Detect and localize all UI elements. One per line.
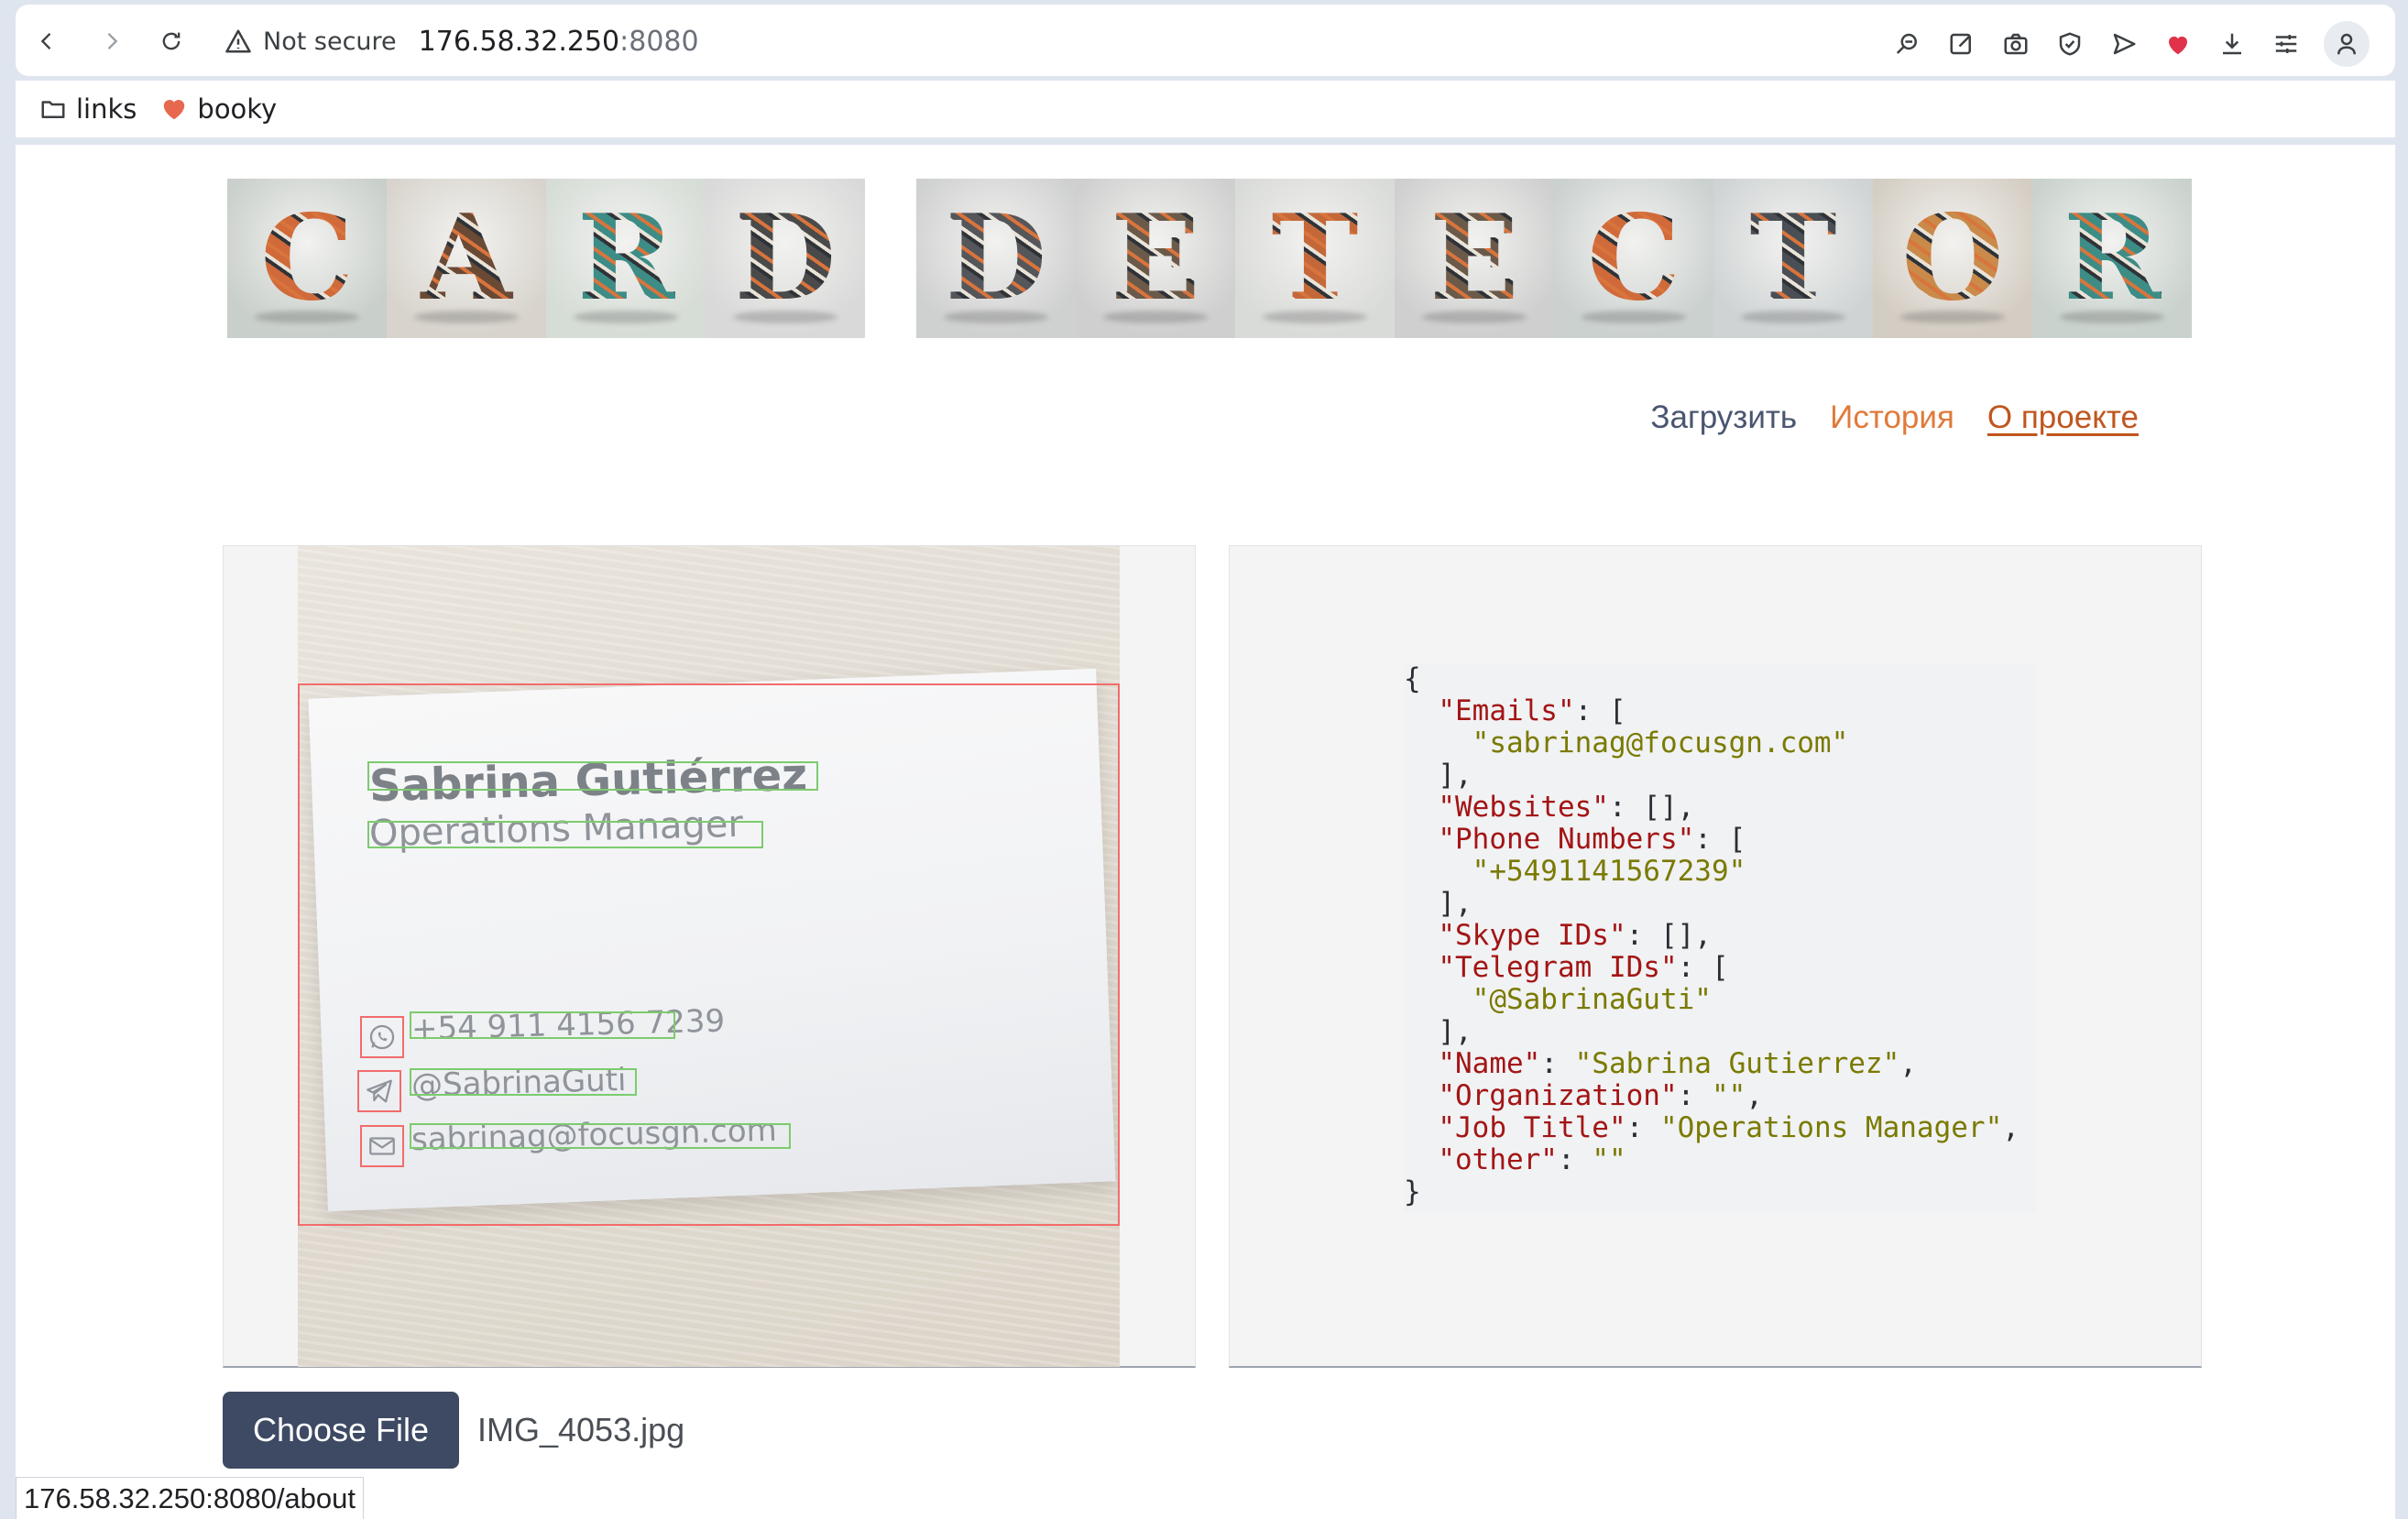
result-panel: { "Emails": [ "sabrinag@focusgn.com" ], … (1229, 545, 2202, 1368)
logo-tile-d: D (916, 179, 1076, 338)
logo-letter: T (1235, 179, 1395, 338)
logo-letter: T (1713, 179, 1873, 338)
role-detection-box (367, 821, 763, 848)
logo-letter: D (706, 179, 865, 338)
menu-upload[interactable]: Загрузить (1650, 399, 1797, 436)
image-panel: Sabrina Gutiérrez Operations Manager +54… (223, 545, 1196, 1368)
logo-tile-c: C (227, 179, 387, 338)
main-menu: Загрузить История О проекте (1650, 399, 2139, 436)
logo-letter: E (1076, 179, 1235, 338)
logo-tile-a: A (387, 179, 546, 338)
logo-tile-e: E (1076, 179, 1235, 338)
result-json: { "Emails": [ "sabrinag@focusgn.com" ], … (1404, 663, 2036, 1213)
logo-tile-e: E (1395, 179, 1554, 338)
heart-icon (164, 100, 185, 120)
logo-letter: A (387, 179, 546, 338)
address-bar[interactable]: Not secure 176.58.32.250:8080 (224, 21, 699, 61)
telegram-icon (367, 1079, 392, 1103)
email-detection-box (410, 1123, 791, 1149)
status-bar-url: 176.58.32.250:8080/about (16, 1477, 365, 1519)
menu-about[interactable]: О проекте (1987, 399, 2139, 436)
forward-button[interactable] (93, 23, 130, 60)
logo-letter: C (1554, 179, 1713, 338)
logo-word-detector: DETECTOR (916, 179, 2192, 338)
url-host: 176.58.32.250 (418, 25, 620, 58)
send-icon (2113, 33, 2136, 55)
bookmark-booky[interactable]: booky (160, 93, 277, 125)
edit-icon (1950, 33, 1971, 55)
reload-button[interactable] (153, 23, 190, 60)
name-detection-box (367, 761, 818, 791)
download-icon (2223, 33, 2241, 55)
shield-icon (2059, 32, 2081, 56)
logo-letter: O (1873, 179, 2032, 338)
browser-toolbar: Not secure 176.58.32.250:8080 (16, 5, 2395, 76)
logo-tile-o: O (1873, 179, 2032, 338)
profile-icon (2337, 33, 2356, 55)
send-button[interactable] (2107, 27, 2140, 60)
back-button[interactable] (28, 23, 65, 60)
sliders-icon (2275, 35, 2297, 53)
logo-word-card: CARD (227, 179, 865, 338)
logo-letter: R (546, 179, 706, 338)
logo-tile-c: C (1554, 179, 1713, 338)
card-photo: Sabrina Gutiérrez Operations Manager +54… (298, 546, 1120, 1367)
edit-page-button[interactable] (1945, 27, 1978, 60)
favorite-extension-button[interactable] (2162, 27, 2195, 60)
choose-file-button[interactable]: Choose File (223, 1392, 459, 1469)
heart-icon (2169, 36, 2187, 55)
security-label: Not secure (263, 27, 397, 56)
selected-filename: IMG_4053.jpg (477, 1411, 685, 1448)
logo-letter: D (916, 179, 1076, 338)
telegram-detection-box (357, 1070, 401, 1112)
logo-tile-t: T (1713, 179, 1873, 338)
bookmark-links[interactable]: links (39, 93, 137, 125)
shield-button[interactable] (2053, 27, 2086, 60)
logo-tile-t: T (1235, 179, 1395, 338)
downloads-button[interactable] (2216, 27, 2249, 60)
logo-letter: C (227, 179, 387, 338)
bookmark-label: booky (197, 93, 278, 125)
customize-button[interactable] (2270, 27, 2303, 60)
logo-letter: R (2032, 179, 2192, 338)
zoom-icon (1896, 33, 1917, 54)
back-arrow-icon (40, 33, 51, 49)
warning-icon (225, 29, 251, 53)
file-chooser: Choose File IMG_4053.jpg (223, 1392, 684, 1469)
bookmark-label: links (76, 93, 137, 125)
forward-arrow-icon (107, 33, 118, 49)
whatsapp-icon (369, 1024, 395, 1050)
logo-tile-r: R (546, 179, 706, 338)
bookmarks-bar: links booky (16, 81, 2395, 137)
camera-icon (2004, 33, 2028, 55)
url-port: :8080 (619, 25, 699, 58)
reload-icon (162, 32, 181, 50)
zoom-button[interactable] (1891, 27, 1924, 60)
logo-letter: E (1395, 179, 1554, 338)
profile-button[interactable] (2324, 21, 2370, 67)
logo-tile-d: D (706, 179, 865, 338)
whatsapp-detection-box (360, 1016, 404, 1058)
phone-detection-box (410, 1011, 675, 1039)
logo-tile-r: R (2032, 179, 2192, 338)
email-icon-detection-box (360, 1125, 404, 1167)
menu-history[interactable]: История (1830, 399, 1954, 436)
mail-icon (369, 1137, 395, 1155)
screenshot-button[interactable] (1999, 27, 2032, 60)
telegram-detection-box-text (410, 1068, 637, 1096)
page-content: CARD DETECTOR Загрузить История О проект… (16, 145, 2395, 1519)
folder-icon (41, 101, 65, 118)
